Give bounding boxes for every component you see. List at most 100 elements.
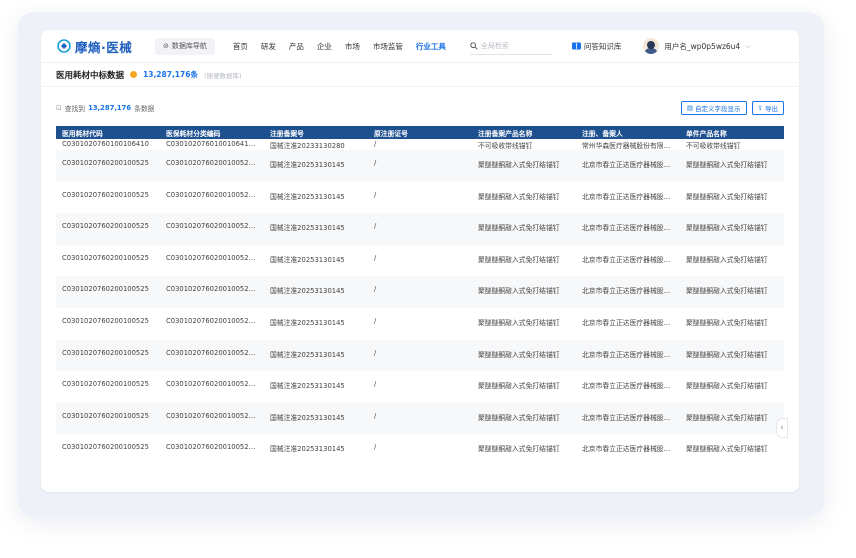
table-cell: 常州华森医疗器械股份有限... (582, 142, 671, 150)
table-cell: C0301020760200100525 (56, 276, 160, 308)
table-cell: 聚醚醚酮敲入式免打结锚钉 (472, 213, 576, 245)
chevron-down-icon: ⌵ (745, 41, 751, 50)
table-cell: 北京市春立正达医疗器械股... (582, 382, 671, 391)
knowledge-base-link[interactable]: 问答知识库 (571, 41, 622, 52)
nav-enterprise[interactable]: 企业 (317, 41, 332, 52)
nav-market[interactable]: 市场 (345, 41, 360, 52)
export-icon: ⇪ (757, 104, 763, 112)
export-button[interactable]: ⇪ 导出 (751, 101, 784, 115)
table-cell: 聚醚醚酮敲入式免打结锚钉 (686, 318, 768, 327)
table-cell: / (374, 190, 377, 199)
col-header[interactable]: 注册、备案人 (576, 126, 680, 139)
table-row[interactable]: C0301020760200100525 C0301020760200100525… (56, 402, 784, 435)
table-row[interactable]: C0301020760200100525 C0301020760200100525… (56, 213, 784, 245)
table-cell: / (368, 276, 472, 308)
nav-market-supervision[interactable]: 市场监管 (373, 41, 403, 52)
table-cell: 北京市春立正达医疗器械股... (582, 445, 671, 454)
table-cell: 国械注准20233130280 (270, 142, 345, 150)
data-table: 医用耗材代码 医保耗材分类编码 注册备案号 原注册证号 注册备案产品名称 注册、… (56, 126, 784, 466)
col-header[interactable]: 医用耗材代码 (56, 126, 160, 139)
col-header[interactable]: 注册备案产品名称 (472, 126, 576, 139)
table-cell: C0301020760200100525000... (166, 380, 264, 389)
table-cell: C0301020760200100525 (56, 213, 160, 245)
result-count: ⊡ 查找到 13,287,176 条数据 (56, 103, 154, 113)
search-placeholder: 全局检索 (480, 41, 509, 50)
table-cell: C0301020760200100525000... (160, 213, 264, 245)
table-cell: / (374, 380, 377, 389)
columns-icon: ▤ (686, 104, 694, 112)
table-cell: C0301020760200100525000... (166, 443, 264, 452)
top-nav: 摩熵·医械 ⊘ 数据库导航 首页 研发 产品 企业 市场 市场监管 行业工具 全… (41, 30, 799, 63)
user-menu[interactable]: 用户名_wp0p5wz6u4 ⌵ (643, 38, 751, 54)
col-header[interactable]: 单件产品名称 (680, 126, 784, 139)
nav-products[interactable]: 产品 (289, 41, 304, 52)
table-cell: 聚醚醚酮敲入式免打结锚钉 (472, 276, 576, 308)
table-cell: 不可吸收带线锚钉 (478, 142, 533, 150)
table-row[interactable]: C0301020760100106410 C0301020760100106410… (56, 139, 784, 150)
main-nav: 首页 研发 产品 企业 市场 市场监管 行业工具 (233, 41, 446, 52)
table-cell: 聚醚醚酮敲入式免打结锚钉 (680, 339, 784, 372)
table-cell: C0301020760200100525000... (160, 339, 264, 372)
nav-industry-tools[interactable]: 行业工具 (416, 41, 446, 52)
table-cell: 国械注准20253130145 (270, 445, 345, 454)
table-row[interactable]: C0301020760200100525 C0301020760200100525… (56, 371, 784, 403)
table-cell: 国械注准20253130145 (270, 192, 345, 201)
table-cell: C0301020760200100525000... (166, 190, 264, 199)
table-cell: C0301020760200100525000... (160, 150, 264, 182)
app-window: 摩熵·医械 ⊘ 数据库导航 首页 研发 产品 企业 市场 市场监管 行业工具 全… (41, 30, 799, 492)
table-cell: / (374, 316, 377, 325)
table-row[interactable]: C0301020760200100525 C0301020760200100525… (56, 339, 784, 372)
table-cell: 国械注准20253130145 (264, 150, 368, 182)
found-prefix: 查找到 (64, 105, 86, 113)
table-cell: C0301020760200100525 (62, 253, 149, 262)
table-cell: 聚醚醚酮敲入式免打结锚钉 (478, 382, 560, 391)
table-cell: 聚醚醚酮敲入式免打结锚钉 (680, 402, 784, 435)
col-header[interactable]: 注册备案号 (264, 126, 368, 139)
logo[interactable]: 摩熵·医械 (57, 37, 155, 56)
col-header[interactable]: 原注册证号 (368, 126, 472, 139)
nav-research[interactable]: 研发 (261, 41, 276, 52)
compass-icon: ⊘ (163, 42, 169, 50)
table-cell: 聚醚醚酮敲入式免打结锚钉 (472, 402, 576, 435)
table-row[interactable]: C0301020760200100525 C0301020760200100525… (56, 308, 784, 340)
chevron-left-icon[interactable]: ‹ (776, 418, 788, 438)
table-cell: 国械注准20253130145 (264, 213, 368, 245)
table-row[interactable]: C0301020760200100525 C0301020760200100525… (56, 182, 784, 214)
sub-note: (随便数据库) (203, 71, 242, 80)
col-header[interactable]: 医保耗材分类编码 (160, 126, 264, 139)
brand-name: 摩熵·医械 (75, 39, 133, 55)
custom-fields-button[interactable]: ▤ 自定义字段显示 (680, 101, 747, 115)
total-count: 13,287,176条 (143, 70, 198, 79)
export-label: 导出 (765, 105, 778, 113)
page-title: 医用耗材中标数据 (56, 70, 125, 81)
knowledge-base-label: 问答知识库 (583, 41, 622, 51)
custom-fields-label: 自定义字段显示 (695, 105, 741, 113)
table-row[interactable]: C0301020760200100525 C0301020760200100525… (56, 434, 784, 466)
table-cell: / (368, 402, 472, 435)
info-icon (130, 71, 138, 78)
table-cell: 国械注准20253130145 (264, 339, 368, 372)
book-icon (571, 42, 581, 50)
title-row: 医用耗材中标数据 13,287,176条 (随便数据库) (41, 63, 799, 87)
table-cell: 国械注准20253130145 (264, 402, 368, 435)
table-cell: 国械注准20253130145 (270, 318, 345, 327)
table-cell: / (374, 253, 377, 262)
table-cell: / (368, 150, 472, 182)
table-cell: 聚醚醚酮敲入式免打结锚钉 (478, 318, 560, 327)
search-icon (470, 41, 478, 50)
table-row[interactable]: C0301020760200100525 C0301020760200100525… (56, 245, 784, 277)
table-cell: 聚醚醚酮敲入式免打结锚钉 (680, 213, 784, 245)
logo-icon (57, 39, 71, 53)
table-cell: 北京市春立正达医疗器械股... (576, 150, 680, 182)
table-cell: C0301020760100106410 (62, 140, 149, 148)
table-cell: 北京市春立正达医疗器械股... (576, 213, 680, 245)
table-cell: / (374, 443, 377, 452)
db-nav-button[interactable]: ⊘ 数据库导航 (155, 37, 215, 55)
nav-home[interactable]: 首页 (233, 41, 248, 52)
table-cell: 北京市春立正达医疗器械股... (576, 402, 680, 435)
global-search[interactable]: 全局检索 (469, 38, 552, 55)
table-cell: C0301020760200100525000... (166, 253, 264, 262)
table-row[interactable]: C0301020760200100525 C0301020760200100525… (56, 276, 784, 308)
table-cell: C0301020760200100525000... (166, 316, 264, 325)
table-row[interactable]: C0301020760200100525 C0301020760200100525… (56, 150, 784, 182)
